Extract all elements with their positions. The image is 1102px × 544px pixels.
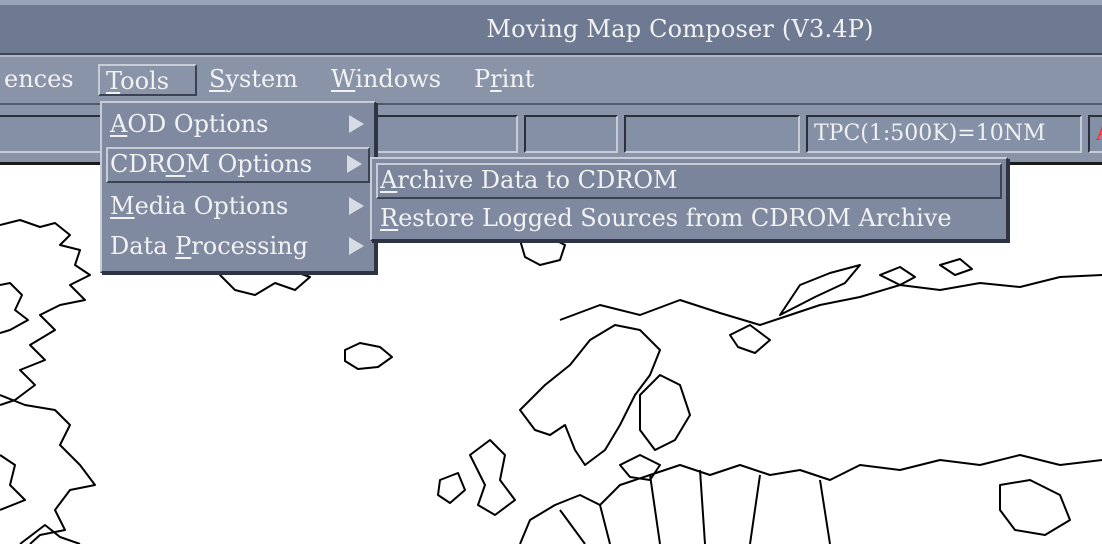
coastline-canadian-arctic [0,282,29,334]
submenu-arrow-icon [347,155,362,173]
coastline-russia-islands [879,258,973,286]
coastline-hudson [0,454,26,511]
menu-print[interactable]: Print [468,64,540,96]
menu-system[interactable]: System [203,64,304,96]
alert-indicator: A [1088,115,1102,153]
menu-item-cdrom-options[interactable]: CDROM Options [106,147,370,183]
coastline-novaya-zemlya [779,264,861,316]
cdrom-options-submenu: Archive Data to CDROM Restore Logged Sou… [370,157,1008,241]
coastline-east-us [19,524,81,544]
coastline-ireland [437,472,466,504]
menu-item-aod-options[interactable]: AOD Options [106,107,370,143]
coastline-finland [639,374,691,451]
menu-item-archive-data[interactable]: Archive Data to CDROM [376,163,1002,199]
status-field-2 [374,115,518,153]
menu-bar: ences Tools System Windows Print [0,55,1102,105]
status-field-3 [524,115,618,153]
menu-item-media-options[interactable]: Media Options [106,189,370,225]
status-field-1 [0,115,104,153]
coastline-iceland [344,342,393,370]
window-title: Moving Map Composer (V3.4P) [486,15,874,43]
coastline-baltic [619,454,661,481]
submenu-arrow-icon [349,115,364,133]
menu-tools[interactable]: Tools [98,64,197,96]
menu-item-data-processing[interactable]: Data Processing [106,229,370,265]
coastline-caspian [999,479,1071,536]
coastline-west-greenland [0,219,91,406]
border-lines-europe [559,469,831,544]
menu-windows[interactable]: Windows [325,64,447,96]
submenu-arrow-icon [349,197,364,215]
coastline-arctic-russia [559,274,1102,326]
tools-dropdown-menu: AOD Options CDROM Options Media Options … [100,101,376,273]
coastline-white-sea [729,324,771,354]
title-bar: Moving Map Composer (V3.4P) [0,0,1102,55]
scale-readout: TPC(1:500K)=10NM [806,115,1082,153]
coastline-british-isles [469,439,516,516]
status-field-4 [624,115,800,153]
submenu-arrow-icon [349,237,364,255]
menu-preferences[interactable]: ences [0,64,80,96]
menu-item-restore-logged-sources[interactable]: Restore Logged Sources from CDROM Archiv… [376,201,1002,237]
